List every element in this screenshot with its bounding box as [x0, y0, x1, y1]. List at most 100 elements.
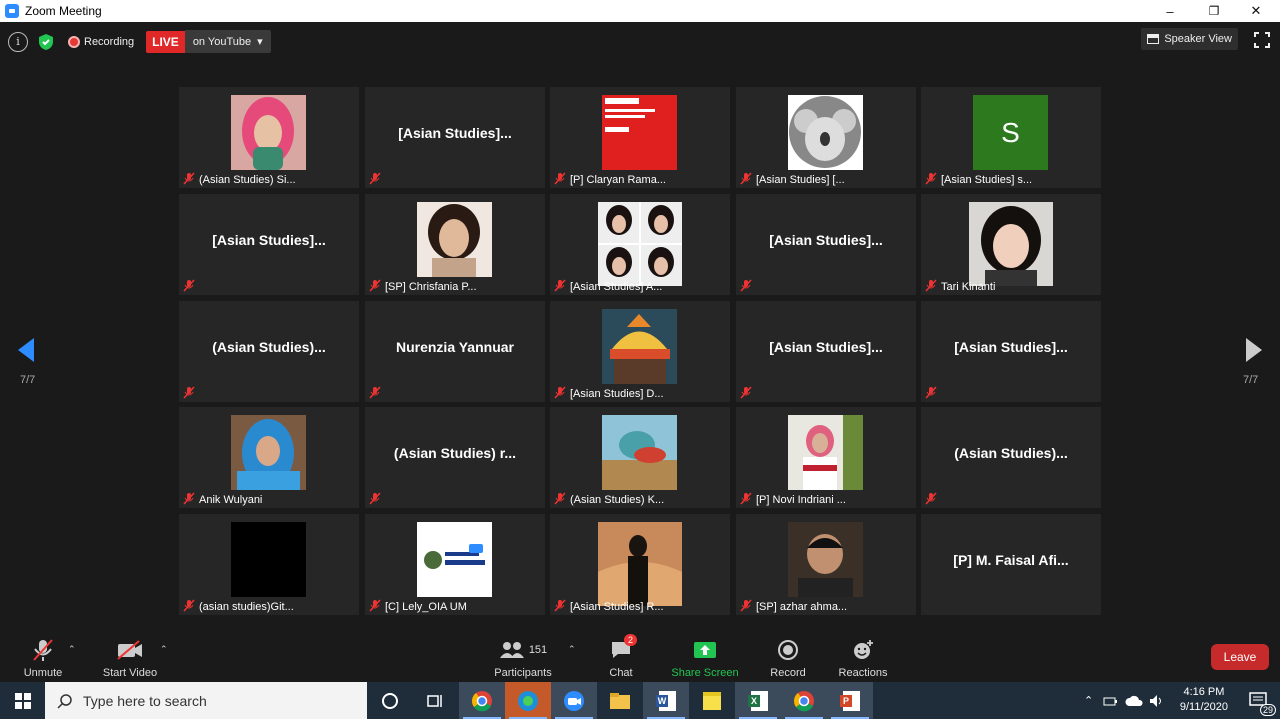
muted-mic-icon: [33, 639, 53, 661]
reactions-button[interactable]: Reactions: [836, 636, 890, 679]
participant-name-label: Anik Wulyani: [199, 494, 263, 506]
participant-video: [231, 95, 306, 170]
recording-indicator[interactable]: Recording: [68, 35, 135, 48]
participant-name-label: Tari Kinanti: [941, 281, 996, 293]
participant-tile[interactable]: [Asian Studies] D...: [550, 301, 730, 402]
window-title: Zoom Meeting: [25, 4, 102, 18]
edge-taskbar-icon[interactable]: [505, 682, 551, 719]
participant-tile[interactable]: (Asian Studies) r...: [365, 407, 545, 508]
live-destination-dropdown[interactable]: on YouTube ▾: [184, 30, 271, 53]
power-icon[interactable]: [1103, 694, 1119, 708]
participant-avatar-letter: S: [973, 95, 1048, 170]
volume-icon[interactable]: [1149, 694, 1165, 708]
powerpoint-taskbar-icon[interactable]: P: [827, 682, 873, 719]
participant-video: [969, 202, 1053, 286]
file-explorer-icon[interactable]: [597, 682, 643, 719]
minimize-button[interactable]: –: [1148, 0, 1192, 22]
record-button[interactable]: Record: [766, 636, 810, 679]
participant-tile[interactable]: [SP] azhar ahma...: [736, 514, 916, 615]
participant-tile[interactable]: [Asian Studies]...: [736, 301, 916, 402]
muted-mic-icon: [554, 172, 566, 185]
speaker-view-button[interactable]: Speaker View: [1141, 28, 1238, 50]
recording-label: Recording: [84, 35, 135, 48]
participants-count: 151: [528, 644, 548, 656]
participant-tile[interactable]: (Asian Studies)...: [179, 301, 359, 402]
reactions-label: Reactions: [838, 667, 888, 679]
participant-name-display: (Asian Studies)...: [212, 339, 326, 355]
meeting-stage: i Recording LIVE on YouTube ▾ Speaker Vi…: [0, 22, 1280, 632]
participant-tile[interactable]: [Asian Studies] [...: [736, 87, 916, 188]
windows-start-button[interactable]: [0, 682, 45, 719]
task-view-icon[interactable]: [413, 682, 459, 719]
action-center-button[interactable]: 29: [1248, 690, 1276, 716]
muted-mic-icon: [369, 279, 381, 292]
taskbar-search-box[interactable]: Type here to search: [45, 682, 367, 719]
participant-tile[interactable]: Tari Kinanti: [921, 194, 1101, 295]
participant-tile[interactable]: [Asian Studies] R...: [550, 514, 730, 615]
participant-tile[interactable]: [P] Claryan Rama...: [550, 87, 730, 188]
participant-tile[interactable]: [P] M. Faisal Afi...: [921, 514, 1101, 615]
participant-name-display: Nurenzia Yannuar: [395, 339, 514, 355]
participant-tile[interactable]: [SP] Chrisfania P...: [365, 194, 545, 295]
close-window-button[interactable]: ✕: [1234, 0, 1278, 22]
muted-mic-icon: [740, 599, 752, 612]
unmute-button[interactable]: Unmute: [18, 636, 68, 679]
participant-tile[interactable]: (Asian Studies) Si...: [179, 87, 359, 188]
meeting-info-button[interactable]: i: [8, 31, 28, 52]
participant-tile[interactable]: (asian studies)Git...: [179, 514, 359, 615]
next-page-arrow-icon[interactable]: [1246, 338, 1262, 362]
participant-tile[interactable]: [Asian Studies]...: [365, 87, 545, 188]
participant-tile[interactable]: S [Asian Studies] s...: [921, 87, 1101, 188]
live-destination-label: on YouTube: [192, 35, 252, 48]
participant-video: [602, 309, 677, 384]
record-label: Record: [770, 667, 806, 679]
cortana-icon[interactable]: [367, 682, 413, 719]
chrome-taskbar-icon[interactable]: [459, 682, 505, 719]
window-titlebar: Zoom Meeting – ❐ ✕: [0, 0, 1280, 22]
participant-name-display: [Asian Studies]...: [212, 232, 326, 248]
start-video-button[interactable]: Start Video: [98, 636, 162, 679]
excel-taskbar-icon[interactable]: X: [735, 682, 781, 719]
muted-mic-icon: [554, 492, 566, 505]
onedrive-cloud-icon[interactable]: [1125, 695, 1143, 707]
restore-button[interactable]: ❐: [1192, 0, 1236, 22]
audio-options-chevron-icon[interactable]: ⌃: [68, 644, 76, 655]
word-taskbar-icon[interactable]: W: [643, 682, 689, 719]
fullscreen-icon[interactable]: [1254, 32, 1270, 48]
page-indicator-left: 7/7: [20, 374, 36, 386]
clock-time: 4:16 PM: [1183, 686, 1225, 698]
participant-tile[interactable]: [Asian Studies] A...: [550, 194, 730, 295]
search-icon: [57, 693, 72, 709]
share-screen-button[interactable]: Share Screen: [670, 636, 740, 679]
video-options-chevron-icon[interactable]: ⌃: [160, 644, 168, 655]
participant-tile[interactable]: [Asian Studies]...: [179, 194, 359, 295]
tray-chevron-up-icon[interactable]: ⌃: [1084, 694, 1093, 707]
participant-tile[interactable]: [C] Lely_OIA UM: [365, 514, 545, 615]
start-video-label: Start Video: [102, 667, 158, 679]
encryption-shield-icon[interactable]: [36, 32, 56, 52]
participant-tile[interactable]: [P] Novi Indriani ...: [736, 407, 916, 508]
participant-tile[interactable]: [Asian Studies]...: [736, 194, 916, 295]
live-badge[interactable]: LIVE: [146, 30, 185, 53]
participant-tile[interactable]: [Asian Studies]...: [921, 301, 1101, 402]
participant-name-label: [Asian Studies] D...: [570, 388, 664, 400]
participant-video: [231, 522, 306, 597]
participant-tile[interactable]: (Asian Studies)...: [921, 407, 1101, 508]
participant-video: [231, 415, 306, 490]
participant-tile[interactable]: Nurenzia Yannuar: [365, 301, 545, 402]
taskbar-clock[interactable]: 4:16 PM 9/11/2020: [1180, 685, 1228, 715]
participants-chevron-icon[interactable]: ⌃: [568, 644, 576, 655]
sticky-notes-icon[interactable]: [689, 682, 735, 719]
zoom-taskbar-icon[interactable]: [551, 682, 597, 719]
participants-button[interactable]: 151 Participants: [492, 636, 554, 679]
leave-meeting-button[interactable]: Leave: [1211, 644, 1269, 670]
participant-tile[interactable]: Anik Wulyani: [179, 407, 359, 508]
chat-button[interactable]: 2 Chat: [600, 634, 642, 679]
participant-name-label: [Asian Studies] R...: [570, 601, 664, 613]
participant-tile[interactable]: (Asian Studies) K...: [550, 407, 730, 508]
muted-mic-icon: [740, 279, 752, 292]
chat-label: Chat: [609, 667, 633, 679]
chrome-profile-taskbar-icon[interactable]: [781, 682, 827, 719]
previous-page-arrow-icon[interactable]: [18, 338, 34, 362]
participants-label: Participants: [494, 667, 552, 679]
